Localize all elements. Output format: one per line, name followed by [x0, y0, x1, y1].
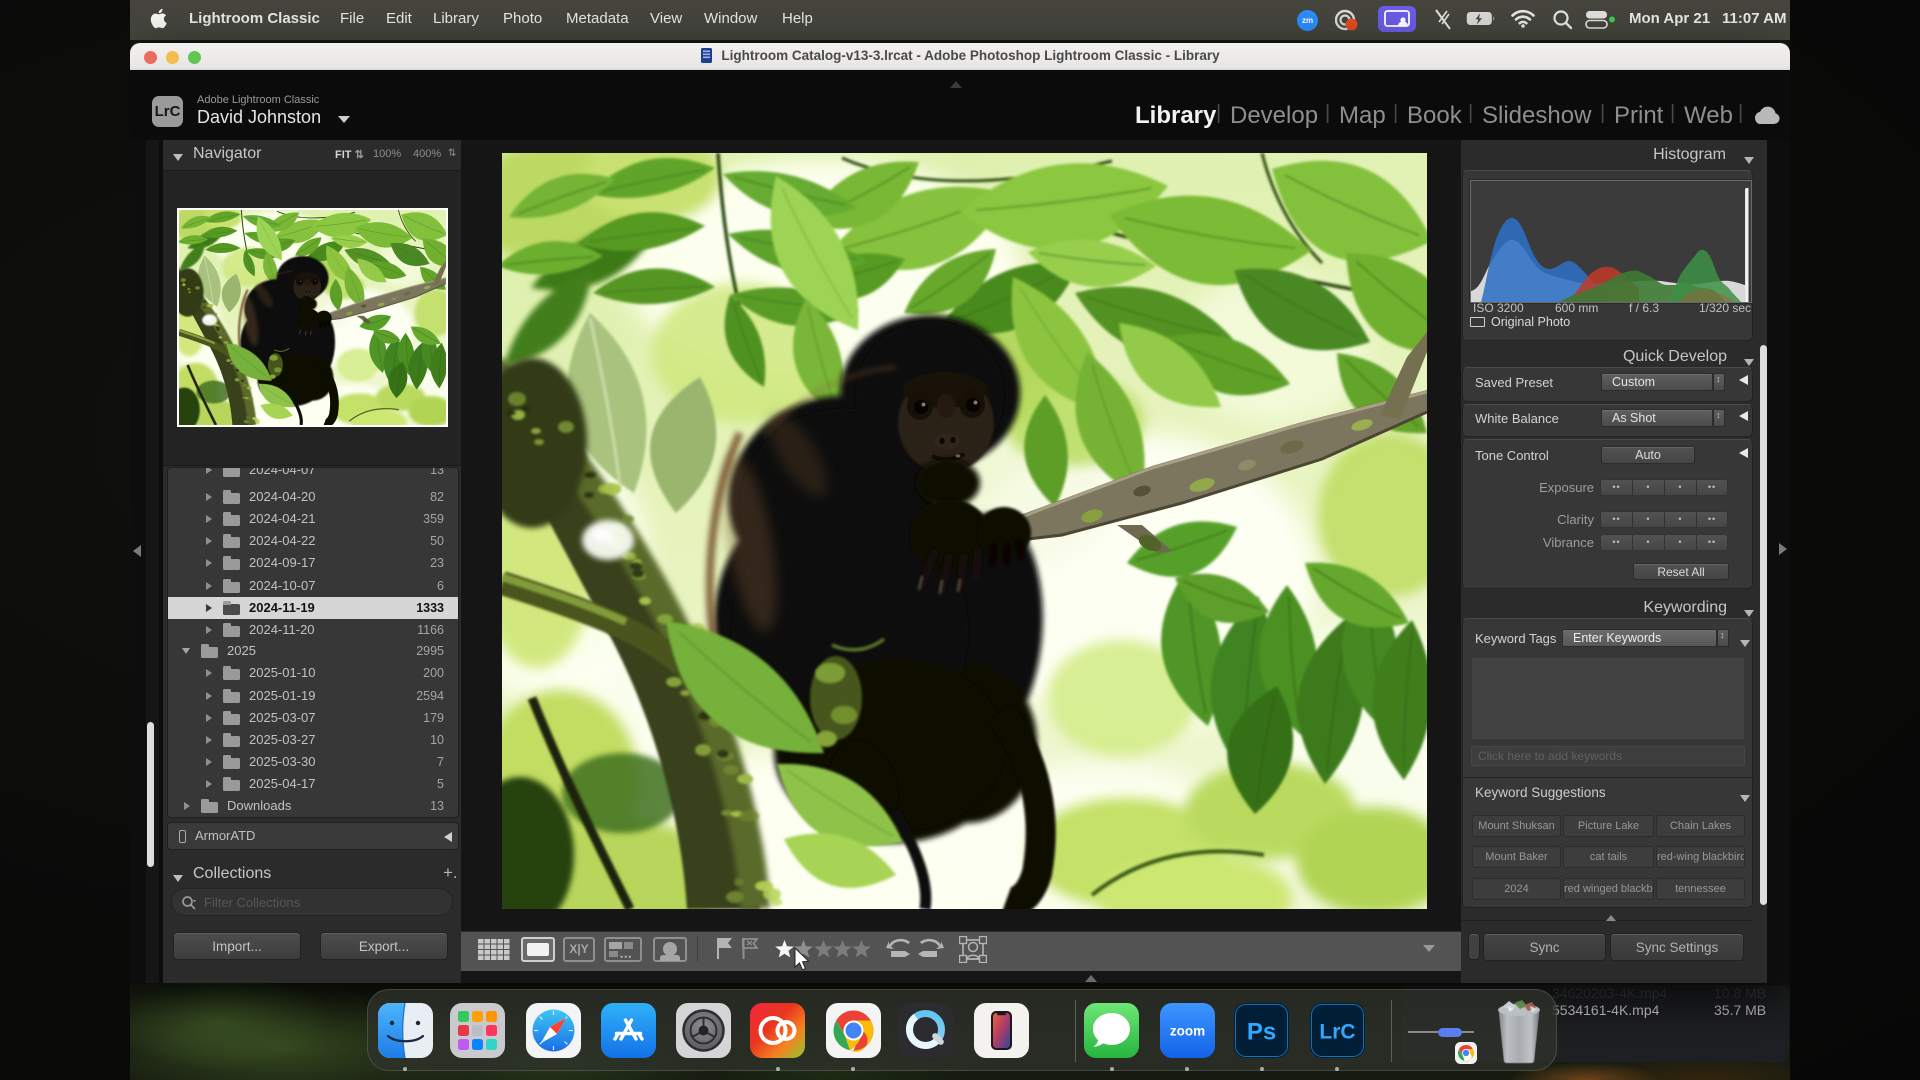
- svg-text:LrC: LrC: [1319, 1021, 1355, 1044]
- svg-text:zoom: zoom: [1170, 1024, 1205, 1039]
- svg-text:Ps: Ps: [1247, 1019, 1276, 1046]
